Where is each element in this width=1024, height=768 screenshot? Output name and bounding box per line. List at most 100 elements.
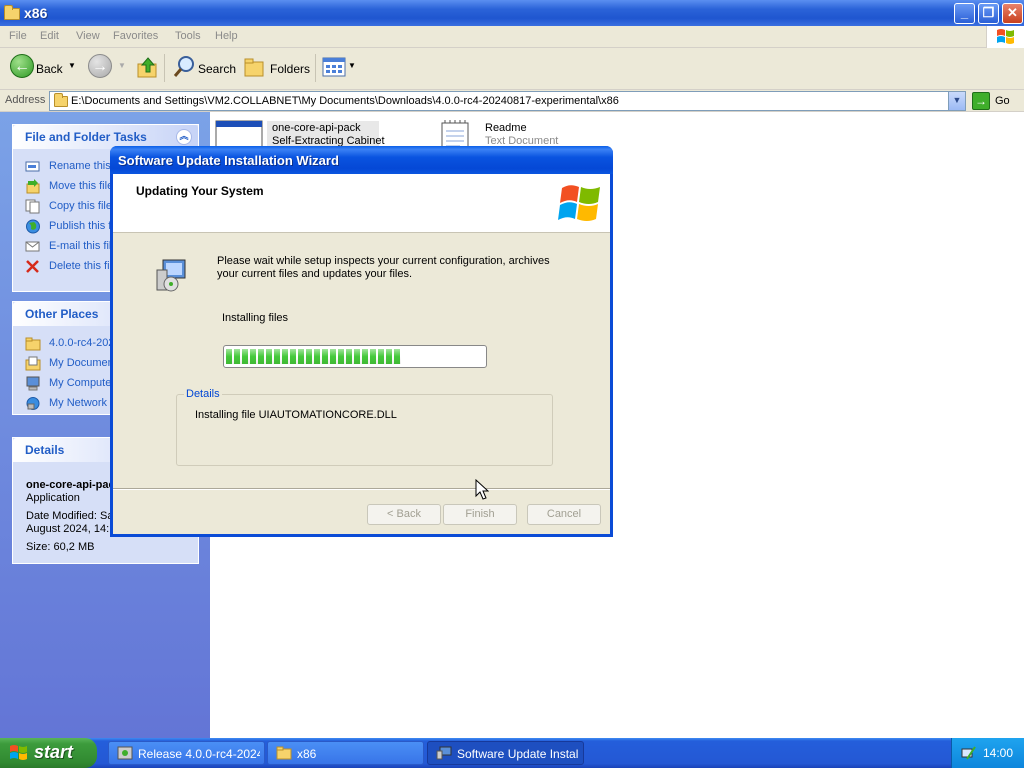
folder-icon xyxy=(276,746,292,760)
wizard-header: Updating Your System xyxy=(113,174,610,233)
wizard-title: Software Update Installation Wizard xyxy=(118,153,339,168)
folder-icon xyxy=(4,5,20,20)
taskbar-item-wizard[interactable]: Software Update Installation Wizard xyxy=(427,741,584,765)
up-folder-button[interactable] xyxy=(136,56,160,82)
views-icon xyxy=(322,57,346,77)
back-button[interactable]: ← Back ▼ xyxy=(8,54,78,82)
mouse-cursor-icon xyxy=(475,479,489,500)
start-button[interactable]: start xyxy=(0,738,97,768)
start-label: start xyxy=(34,742,74,762)
cancel-button[interactable]: Cancel xyxy=(527,504,601,525)
menu-file[interactable]: File xyxy=(9,30,27,42)
menu-tools[interactable]: Tools xyxy=(175,30,201,42)
windows-flag-icon xyxy=(10,745,27,760)
menu-bar: File Edit View Favorites Tools Help xyxy=(0,26,1024,48)
standard-toolbar: ← Back ▼ → ▼ Search Folders ▼ xyxy=(0,48,1024,90)
wizard-heading: Updating Your System xyxy=(136,184,264,198)
finish-button[interactable]: Finish xyxy=(443,504,517,525)
windows-flag-icon xyxy=(997,29,1014,44)
close-button[interactable]: ✕ xyxy=(1002,3,1023,24)
taskbar-item-release[interactable]: Release 4.0.0-rc4-20240817-experimental xyxy=(108,741,265,765)
install-progress-bar xyxy=(223,345,487,368)
search-button[interactable]: Search xyxy=(170,56,236,82)
collapse-chevron-icon[interactable]: ︽ xyxy=(176,129,192,145)
go-label: Go xyxy=(995,95,1010,107)
wizard-dialog: Software Update Installation Wizard Upda… xyxy=(110,146,613,537)
my-computer-icon xyxy=(26,376,40,391)
search-label: Search xyxy=(198,62,237,76)
task-label: Copy this file xyxy=(49,200,112,212)
email-icon xyxy=(25,241,40,252)
move-icon xyxy=(26,179,40,194)
taskbar-item-label: x86 xyxy=(297,747,317,761)
file-name: Readme xyxy=(485,122,527,134)
task-label: Move this file xyxy=(49,180,114,192)
details-modified-cont: August 2024, 14: xyxy=(26,523,110,535)
forward-dropdown-icon: ▼ xyxy=(118,61,126,70)
menu-favorites[interactable]: Favorites xyxy=(113,30,158,42)
taskbar: start Release 4.0.0-rc4-20240817-experim… xyxy=(0,738,1024,768)
place-label: My Computer xyxy=(49,377,116,389)
forward-arrow-icon: → xyxy=(88,54,112,78)
menu-help[interactable]: Help xyxy=(215,30,238,42)
windows-flag-logo xyxy=(986,26,1024,48)
menu-view[interactable]: View xyxy=(76,30,100,42)
folders-label: Folders xyxy=(270,62,311,76)
details-legend: Details xyxy=(184,388,222,400)
forward-button[interactable]: → ▼ xyxy=(86,54,126,82)
explorer-title-bar[interactable]: x86 _ ❐ ✕ xyxy=(0,0,1024,26)
menu-edit[interactable]: Edit xyxy=(40,30,59,42)
setup-computer-icon xyxy=(436,746,452,760)
progress-fill xyxy=(226,349,401,364)
clock: 14:00 xyxy=(983,746,1014,760)
taskbar-item-x86[interactable]: x86 xyxy=(267,741,424,765)
details-group: Details Installing file UIAUTOMATIONCORE… xyxy=(176,388,553,466)
address-value: E:\Documents and Settings\VM2.COLLABNET\… xyxy=(71,95,619,107)
details-size: Size: 60,2 MB xyxy=(26,541,95,553)
address-dropdown-icon[interactable]: ▼ xyxy=(948,92,965,110)
wizard-separator xyxy=(113,488,610,490)
back-label: Back xyxy=(36,62,63,76)
wizard-status: Installing files xyxy=(222,312,289,324)
panel-title: Details xyxy=(25,443,65,457)
views-dropdown-icon: ▼ xyxy=(348,61,356,70)
window-title: x86 xyxy=(24,5,48,21)
delete-icon xyxy=(26,260,39,273)
views-button[interactable]: ▼ xyxy=(322,56,356,82)
toolbar-separator xyxy=(315,54,316,82)
folder-icon xyxy=(54,93,68,107)
panel-title: File and Folder Tasks xyxy=(25,130,147,144)
globe-icon xyxy=(26,219,40,234)
file-name: one-core-api-pack xyxy=(272,122,361,134)
taskbar-item-label: Software Update Installation Wizard xyxy=(457,747,579,761)
folders-button[interactable]: Folders xyxy=(243,56,311,82)
restore-button[interactable]: ❐ xyxy=(978,3,999,24)
wizard-message: Please wait while setup inspects your cu… xyxy=(217,255,550,280)
taskbar-item-label: Release 4.0.0-rc4-20240817-experimental xyxy=(138,747,260,761)
back-button-disabled[interactable]: < Back xyxy=(367,504,441,525)
setup-computer-icon xyxy=(156,259,186,292)
address-bar: Address E:\Documents and Settings\VM2.CO… xyxy=(0,90,1024,112)
toolbar-separator xyxy=(164,54,165,82)
folder-icon xyxy=(25,337,41,351)
windows-logo-icon xyxy=(558,185,600,221)
system-tray: 14:00 xyxy=(951,738,1024,768)
task-label: E-mail this file xyxy=(49,240,118,252)
folders-icon xyxy=(244,58,264,77)
my-documents-icon xyxy=(25,356,41,371)
minimize-button[interactable]: _ xyxy=(954,3,975,24)
panel-title: Other Places xyxy=(25,307,99,321)
address-field[interactable]: E:\Documents and Settings\VM2.COLLABNET\… xyxy=(49,91,966,111)
search-icon xyxy=(173,56,194,77)
rename-icon xyxy=(25,161,40,172)
address-label: Address xyxy=(5,94,46,106)
wizard-title-bar[interactable]: Software Update Installation Wizard xyxy=(110,146,613,174)
network-places-icon xyxy=(26,397,40,410)
back-dropdown-icon[interactable]: ▼ xyxy=(68,61,76,70)
details-text: Installing file UIAUTOMATIONCORE.DLL xyxy=(195,409,397,421)
setup-icon xyxy=(117,746,133,760)
go-arrow-icon: → xyxy=(972,92,990,110)
task-label: Delete this file xyxy=(49,260,119,272)
network-tray-icon[interactable] xyxy=(961,745,977,761)
up-folder-icon xyxy=(137,57,157,78)
